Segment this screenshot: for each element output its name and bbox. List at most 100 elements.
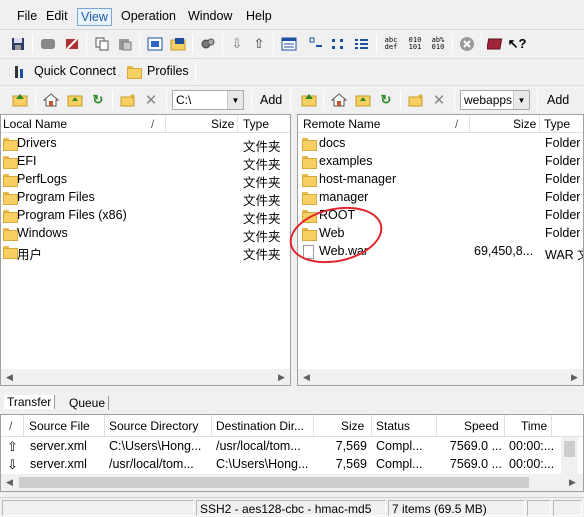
- col-speed[interactable]: Speed: [464, 419, 499, 433]
- remote-col-name[interactable]: Remote Name: [303, 117, 380, 131]
- chevron-down-icon[interactable]: ▼: [513, 91, 529, 109]
- ascii-mode-icon[interactable]: abc def: [381, 34, 401, 54]
- menu-edit[interactable]: Edit: [43, 8, 71, 24]
- scroll-right-icon[interactable]: ▶: [564, 474, 581, 491]
- local-file-row[interactable]: Program Files (x86) 文件夹: [1, 207, 290, 226]
- context-help-icon[interactable]: ↖?: [507, 34, 527, 54]
- local-file-row[interactable]: PerfLogs 文件夹: [1, 171, 290, 190]
- transfer-list[interactable]: / Source File Source Directory Destinati…: [0, 414, 584, 492]
- local-path-value: C:\: [176, 93, 192, 107]
- details-view-icon[interactable]: [279, 34, 299, 54]
- col-size[interactable]: Size: [341, 419, 364, 433]
- transfer-source-file: server.xml: [30, 457, 87, 471]
- remote-refresh-icon[interactable]: ↻: [376, 90, 396, 110]
- status-bar: SSH2 - aes128-cbc - hmac-md5 7 items (69…: [0, 497, 584, 517]
- paste-icon[interactable]: [115, 34, 135, 54]
- local-parent-folder-icon[interactable]: [65, 90, 85, 110]
- remote-path-combo[interactable]: webapps ▼: [460, 90, 530, 110]
- local-file-row[interactable]: 用户 文件夹: [1, 243, 290, 262]
- profiles-button[interactable]: Profiles: [147, 64, 189, 78]
- help-book-icon[interactable]: [486, 34, 506, 54]
- transfer-time: 00:00:...: [509, 457, 555, 471]
- col-time[interactable]: Time: [521, 419, 547, 433]
- remote-file-name: host-manager: [319, 172, 397, 186]
- remote-file-size: 69,450,8...: [474, 244, 533, 258]
- save-icon[interactable]: [8, 34, 28, 54]
- tab-transfer[interactable]: Transfer: [4, 395, 56, 409]
- connect-toolbar: Quick Connect Profiles: [0, 58, 584, 84]
- local-file-row[interactable]: Windows 文件夹: [1, 225, 290, 244]
- remote-col-type[interactable]: Type: [544, 117, 570, 131]
- settings-icon[interactable]: [198, 34, 218, 54]
- remote-delete-icon[interactable]: ✕: [429, 90, 449, 110]
- refresh-icon[interactable]: [145, 34, 165, 54]
- upload-icon[interactable]: ⇧: [249, 34, 269, 54]
- remote-file-row[interactable]: host-manager Folder: [298, 171, 583, 189]
- col-dest-dir[interactable]: Destination Dir...: [216, 419, 304, 433]
- col-source-file[interactable]: Source File: [29, 419, 90, 433]
- scroll-right-icon[interactable]: ▶: [273, 369, 290, 385]
- folder-icon: [3, 138, 18, 151]
- download-arrow-icon: ⇩: [7, 457, 18, 472]
- transfer-h-scrollbar[interactable]: ◀ ▶: [1, 474, 583, 491]
- remote-col-size[interactable]: Size: [513, 117, 536, 131]
- sync-icon[interactable]: [168, 34, 188, 54]
- transfer-source-dir: /usr/local/tom...: [109, 457, 194, 471]
- menu-view[interactable]: View: [77, 8, 112, 26]
- list-view-icon[interactable]: [352, 34, 372, 54]
- scroll-left-icon[interactable]: ◀: [1, 474, 18, 491]
- menu-operation[interactable]: Operation: [118, 8, 179, 24]
- copy-icon[interactable]: [92, 34, 112, 54]
- scroll-right-icon[interactable]: ▶: [566, 369, 583, 385]
- tab-queue[interactable]: Queue: [66, 396, 110, 410]
- transfer-v-scrollbar[interactable]: [561, 437, 578, 474]
- remote-file-type: Folder: [545, 226, 581, 240]
- local-file-pane[interactable]: Local Name / Size Type Drivers 文件夹 EFI 文件夹 P…: [0, 114, 291, 386]
- local-file-row[interactable]: Program Files 文件夹: [1, 189, 290, 208]
- local-up-folder-icon[interactable]: [10, 90, 30, 110]
- quick-connect-button[interactable]: Quick Connect: [34, 64, 116, 78]
- remote-home-icon[interactable]: [329, 90, 349, 110]
- local-file-row[interactable]: Drivers 文件夹: [1, 135, 290, 154]
- local-delete-icon[interactable]: ✕: [141, 90, 161, 110]
- remote-h-scrollbar[interactable]: ◀ ▶: [298, 369, 583, 385]
- binary-mode-icon[interactable]: 010 101: [405, 34, 425, 54]
- cancel-transfer-icon[interactable]: [62, 34, 82, 54]
- download-icon[interactable]: ⇩: [227, 34, 247, 54]
- remote-add-button[interactable]: Add: [547, 93, 569, 107]
- menu-help[interactable]: Help: [243, 8, 275, 24]
- local-path-combo[interactable]: C:\ ▼: [172, 90, 244, 110]
- remote-file-row[interactable]: docs Folder: [298, 135, 583, 153]
- stop-icon[interactable]: [457, 34, 477, 54]
- menu-window[interactable]: Window: [185, 8, 235, 24]
- menu-file[interactable]: File: [14, 8, 40, 24]
- remote-file-row[interactable]: manager Folder: [298, 189, 583, 207]
- transfer-row[interactable]: ⇧ server.xml C:\Users\Hong... /usr/local/to…: [1, 438, 557, 456]
- local-file-name: Windows: [17, 226, 68, 240]
- local-col-size[interactable]: Size: [211, 117, 234, 131]
- local-h-scrollbar[interactable]: ◀ ▶: [1, 369, 290, 385]
- local-file-row[interactable]: EFI 文件夹: [1, 153, 290, 172]
- col-source-dir[interactable]: Source Directory: [109, 419, 198, 433]
- local-col-type[interactable]: Type: [243, 117, 269, 131]
- folder-icon: [302, 192, 317, 205]
- disconnect-icon[interactable]: [38, 34, 58, 54]
- local-home-icon[interactable]: [41, 90, 61, 110]
- sort-slash-icon: /: [151, 117, 155, 131]
- remote-file-row[interactable]: examples Folder: [298, 153, 583, 171]
- scroll-left-icon[interactable]: ◀: [298, 369, 315, 385]
- auto-mode-icon[interactable]: ab% 010: [428, 34, 448, 54]
- col-status[interactable]: Status: [376, 419, 410, 433]
- large-icons-icon[interactable]: [306, 34, 326, 54]
- remote-new-folder-icon[interactable]: ✶: [406, 90, 426, 110]
- chevron-down-icon[interactable]: ▼: [227, 91, 243, 109]
- remote-up-folder-icon[interactable]: [299, 90, 319, 110]
- local-refresh-icon[interactable]: ↻: [88, 90, 108, 110]
- remote-parent-folder-icon[interactable]: [353, 90, 373, 110]
- small-icons-icon[interactable]: [329, 34, 349, 54]
- local-new-folder-icon[interactable]: ✶: [118, 90, 138, 110]
- transfer-row[interactable]: ⇩ server.xml/usr/local/tom... C:\Users\Hon…: [1, 456, 557, 474]
- local-col-name[interactable]: Local Name: [3, 117, 67, 131]
- local-add-button[interactable]: Add: [260, 93, 282, 107]
- scroll-left-icon[interactable]: ◀: [1, 369, 18, 385]
